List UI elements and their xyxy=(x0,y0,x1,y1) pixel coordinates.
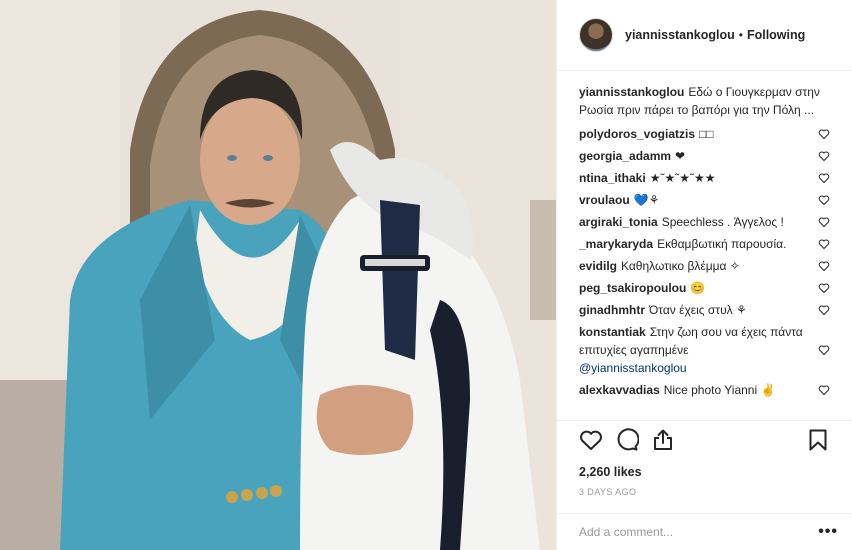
heart-icon[interactable] xyxy=(818,216,830,228)
comment-row: peg_tsakiropoulou 😊 xyxy=(579,279,832,297)
header-separator: • xyxy=(738,28,743,42)
caption-username[interactable]: yiannisstankoglou xyxy=(579,85,684,99)
heart-outline-icon[interactable] xyxy=(579,428,603,452)
comment-username[interactable]: georgia_adamm xyxy=(579,149,671,163)
comment-username[interactable]: _marykaryda xyxy=(579,237,653,251)
comment-row: konstantiak Στην ζωη σου να έχεις πάντα ε… xyxy=(579,323,832,377)
comment-input[interactable] xyxy=(579,525,819,539)
post-side-panel: yiannisstankoglou • Following yiannissta… xyxy=(556,0,852,550)
heart-icon[interactable] xyxy=(818,344,830,356)
comment-row: argiraki_tonia Speechless . Άγγελος ! xyxy=(579,213,832,231)
heart-icon[interactable] xyxy=(818,150,830,162)
comment-row: vroulaou 💙⚘ xyxy=(579,191,832,209)
heart-icon[interactable] xyxy=(818,238,830,250)
heart-icon[interactable] xyxy=(818,260,830,272)
comment-text: 😊 xyxy=(690,281,706,295)
comment-text: Εκθαμβωτική παρουσία. xyxy=(657,237,787,251)
post-photo[interactable] xyxy=(0,0,556,550)
comment-row: ginadhmhtr Όταν έχεις στυλ ⚘ xyxy=(579,301,832,319)
comment-username[interactable]: ginadhmhtr xyxy=(579,303,645,317)
comment-username[interactable]: polydoros_vogiatzis xyxy=(579,127,695,141)
heart-icon[interactable] xyxy=(818,194,830,206)
comment-username[interactable]: evidilg xyxy=(579,259,617,273)
bookmark-icon[interactable] xyxy=(806,428,830,452)
comment-text: ★˜★˜★˜★★ xyxy=(649,171,716,185)
comment-mention[interactable]: @yiannisstankoglou xyxy=(579,361,687,375)
comment-username[interactable]: peg_tsakiropoulou xyxy=(579,281,686,295)
comment-username[interactable]: ntina_ithaki xyxy=(579,171,646,185)
instagram-post: yiannisstankoglou • Following yiannissta… xyxy=(0,0,852,550)
speech-bubble-icon[interactable] xyxy=(615,428,639,452)
action-icons xyxy=(579,428,830,452)
heart-icon[interactable] xyxy=(818,282,830,294)
comments-list[interactable]: yiannisstankoglou Εδώ ο Γιουγκερμαν στην … xyxy=(557,71,852,420)
post-date[interactable]: 3 DAYS AGO xyxy=(579,487,830,497)
likes-count[interactable]: 2,260 likes xyxy=(579,465,830,479)
comment-row: _marykaryda Εκθαμβωτική παρουσία. xyxy=(579,235,832,253)
heart-icon[interactable] xyxy=(818,304,830,316)
comment-text: Nice photo Yianni ✌ xyxy=(663,383,776,397)
following-button[interactable]: Following xyxy=(747,28,805,42)
comment-row: ntina_ithaki ★˜★˜★˜★★ xyxy=(579,169,832,187)
comment-text: □□ xyxy=(699,127,714,141)
heart-icon[interactable] xyxy=(818,172,830,184)
comment-username[interactable]: alexkavvadias xyxy=(579,383,660,397)
caption: yiannisstankoglou Εδώ ο Γιουγκερμαν στην … xyxy=(579,83,832,119)
heart-icon[interactable] xyxy=(818,128,830,140)
comment-text: 💙⚘ xyxy=(633,193,660,207)
avatar[interactable] xyxy=(579,18,613,52)
heart-icon[interactable] xyxy=(818,384,830,396)
more-options-button[interactable]: ••• xyxy=(818,524,838,540)
comment-text: Όταν έχεις στυλ ⚘ xyxy=(649,303,747,317)
comment-username[interactable]: konstantiak xyxy=(579,325,646,339)
comment-username[interactable]: vroulaou xyxy=(579,193,630,207)
comment-row: alexkavvadias Nice photo Yianni ✌ xyxy=(579,381,832,399)
comment-text: ❤ xyxy=(675,149,686,163)
comment-row: polydoros_vogiatzis □□ xyxy=(579,125,832,143)
photo-illustration xyxy=(0,0,556,550)
comment-text: Καθηλωτικο βλέμμα ✧ xyxy=(621,259,740,273)
post-header: yiannisstankoglou • Following xyxy=(557,0,852,71)
comment-username[interactable]: argiraki_tonia xyxy=(579,215,658,229)
comment-row: evidilg Καθηλωτικο βλέμμα ✧ xyxy=(579,257,832,275)
add-comment-bar: ••• xyxy=(557,513,852,550)
header-username[interactable]: yiannisstankoglou xyxy=(625,28,735,42)
post-actions: 2,260 likes 3 DAYS AGO xyxy=(557,420,852,513)
comment-text: Speechless . Άγγελος ! xyxy=(661,215,784,229)
share-upload-icon[interactable] xyxy=(651,428,675,452)
comment-row: georgia_adamm ❤ xyxy=(579,147,832,165)
